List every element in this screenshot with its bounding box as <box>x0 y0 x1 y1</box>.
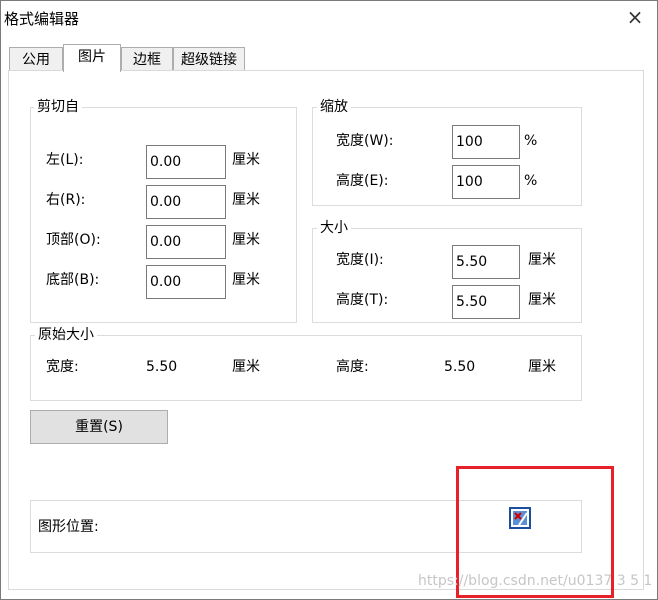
scale-height-label: 高度(E): <box>336 173 389 189</box>
crop-top-label: 顶部(O): <box>46 232 101 248</box>
original-width-value: 5.50 <box>146 359 178 375</box>
crop-top-unit: 厘米 <box>232 232 260 248</box>
crop-bottom-input[interactable] <box>146 265 226 299</box>
scale-height-input[interactable] <box>452 165 520 199</box>
size-height-unit: 厘米 <box>528 292 556 308</box>
size-height-input[interactable] <box>452 285 520 319</box>
close-icon[interactable]: × <box>623 5 647 29</box>
crop-right-label: 右(R): <box>46 192 86 208</box>
original-width-unit: 厘米 <box>232 359 260 375</box>
original-size-title: 原始大小 <box>35 327 97 343</box>
tab-hyperlink[interactable]: 超级链接 <box>173 47 245 71</box>
size-group-title: 大小 <box>317 220 351 236</box>
size-height-label: 高度(T): <box>336 292 389 308</box>
scale-height-unit: % <box>524 173 538 189</box>
size-group <box>312 228 582 323</box>
crop-group-title: 剪切自 <box>34 99 82 115</box>
graphic-position-label: 图形位置: <box>38 519 99 535</box>
crop-bottom-unit: 厘米 <box>232 272 260 288</box>
tab-border[interactable]: 边框 <box>121 47 173 71</box>
reset-button[interactable]: 重置(S) <box>30 410 168 444</box>
original-height-value: 5.50 <box>444 359 476 375</box>
scale-width-input[interactable] <box>452 125 520 159</box>
scale-group <box>312 107 582 206</box>
size-width-input[interactable] <box>452 245 520 279</box>
original-width-label: 宽度: <box>46 359 79 375</box>
watermark: https://blog.csdn.net/u0137 3 5 1 1 <box>418 573 658 589</box>
crop-left-input[interactable] <box>146 145 226 179</box>
crop-right-input[interactable] <box>146 185 226 219</box>
window-title: 格式编辑器 <box>4 10 80 28</box>
original-size-group <box>30 335 582 401</box>
crop-bottom-label: 底部(B): <box>46 272 100 288</box>
original-height-unit: 厘米 <box>528 359 556 375</box>
tab-picture[interactable]: 图片 <box>63 44 121 72</box>
title-bar: 格式编辑器 × <box>1 1 657 35</box>
scale-group-title: 缩放 <box>317 99 351 115</box>
crop-top-input[interactable] <box>146 225 226 259</box>
scale-width-label: 宽度(W): <box>336 133 394 149</box>
crop-right-unit: 厘米 <box>232 192 260 208</box>
crop-left-label: 左(L): <box>46 152 84 168</box>
size-width-label: 宽度(I): <box>336 252 384 268</box>
tab-common[interactable]: 公用 <box>9 47 63 71</box>
original-height-label: 高度: <box>336 359 369 375</box>
crop-left-unit: 厘米 <box>232 152 260 168</box>
size-width-unit: 厘米 <box>528 252 556 268</box>
scale-width-unit: % <box>524 133 538 149</box>
